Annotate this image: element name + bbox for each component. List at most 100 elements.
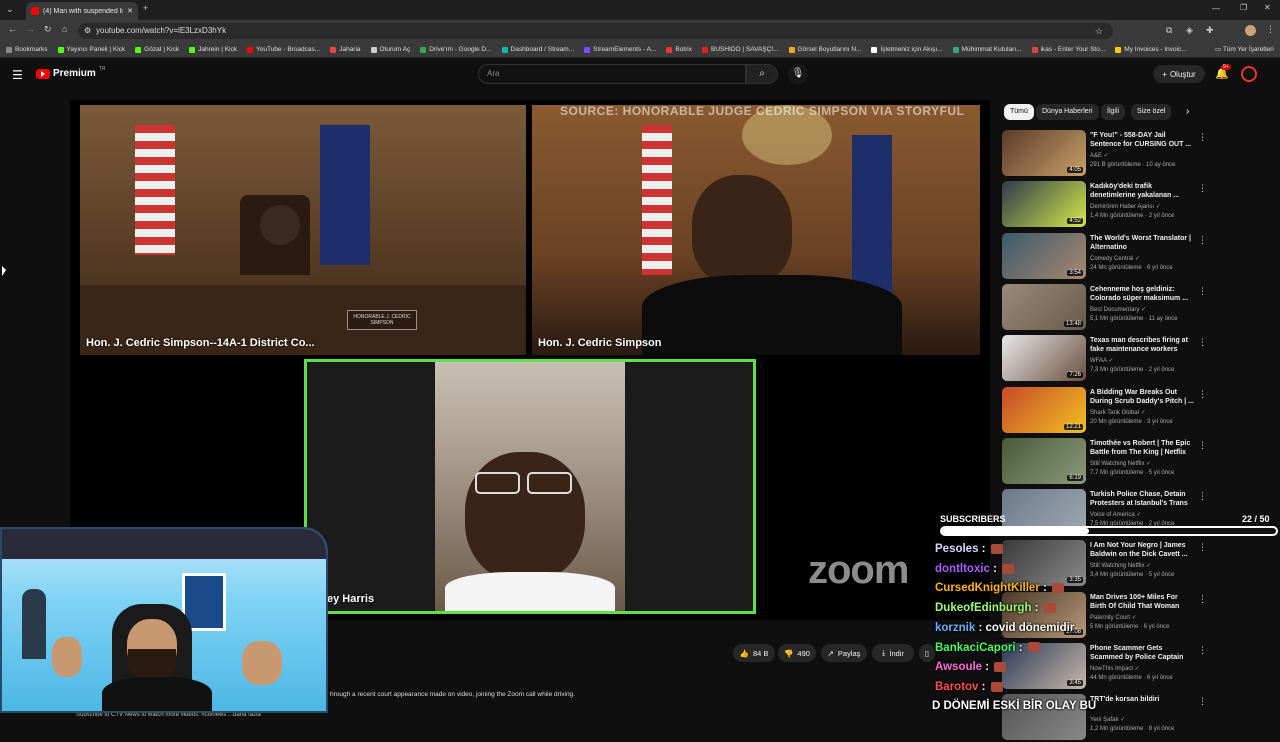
extension-icon[interactable]: ◈	[1186, 25, 1193, 36]
search-input[interactable]: Ara	[478, 64, 746, 84]
video-title[interactable]: Texas man describes firing at fake maint…	[1090, 336, 1194, 354]
channel-name[interactable]: A&E ✓	[1090, 152, 1109, 159]
chip-1[interactable]: Dünya Haberleri	[1036, 104, 1099, 120]
more-options-icon[interactable]: ⋮	[1198, 491, 1207, 502]
channel-name[interactable]: Still Watching Netflix ✓	[1090, 460, 1151, 467]
chip-2[interactable]: İlgili	[1101, 104, 1126, 120]
channel-name[interactable]: Still Watching Netflix ✓	[1090, 562, 1151, 569]
account-avatar[interactable]	[1241, 66, 1257, 82]
channel-name[interactable]: Comedy Central ✓	[1090, 255, 1140, 262]
recommended-video[interactable]: 12:21 A Bidding War Breaks Out During Scr…	[1002, 386, 1207, 435]
notifications-button[interactable]: 🔔 9+	[1215, 64, 1231, 80]
video-title[interactable]: I Am Not Your Negro | James Baldwin on t…	[1090, 541, 1194, 559]
more-options-icon[interactable]: ⋮	[1198, 235, 1207, 246]
video-thumbnail[interactable]: 7:26	[1002, 335, 1086, 382]
new-tab-icon[interactable]: +	[143, 3, 148, 13]
more-options-icon[interactable]: ⋮	[1198, 645, 1207, 656]
video-title[interactable]: Phone Scammer Gets Scammed by Police Cap…	[1090, 644, 1194, 662]
bookmark-item[interactable]: ikas - Enter Your Sto...	[1031, 46, 1105, 53]
video-title[interactable]: "F You!" - 558-DAY Jail Sentence for CUR…	[1090, 131, 1194, 149]
save-button[interactable]: ▯	[919, 644, 935, 662]
download-button[interactable]: ⤓ İndir	[872, 644, 914, 662]
recommended-video[interactable]: 7:26 Texas man describes firing at fake m…	[1002, 335, 1207, 383]
recommended-video[interactable]: 4:52 Kadıköy'deki trafik denetimlerine ya…	[1002, 181, 1207, 229]
recommended-video[interactable]: 13:48 Cehenneme hoş geldiniz: Colorado sü…	[1002, 283, 1207, 332]
bookmark-item[interactable]: Bookmarks	[6, 46, 48, 53]
video-title[interactable]: Kadıköy'deki trafik denetimlerine yakala…	[1090, 182, 1194, 200]
site-info-icon[interactable]: ⚙	[84, 23, 91, 39]
bookmark-item[interactable]: Dashboard / Stream...	[501, 46, 574, 53]
bookmark-star-icon[interactable]: ☆	[1095, 23, 1103, 39]
search-button[interactable]: ⌕	[746, 64, 778, 84]
close-window-icon[interactable]: ✕	[1264, 3, 1271, 12]
bookmark-item[interactable]: Yayıncı Paneli | Kick	[57, 46, 125, 53]
channel-name[interactable]: Voice of America ✓	[1090, 511, 1141, 518]
video-title[interactable]: Cehenneme hoş geldiniz: Colorado süper m…	[1090, 285, 1194, 303]
recommended-video[interactable]: 3:54 The World's Worst Translator | Alter…	[1002, 232, 1207, 281]
bookmark-item[interactable]: BUSHIDO | SAVAŞÇI...	[701, 46, 779, 53]
url-field[interactable]: ⚙ youtube.com/watch?v=lE3LzxD3hYk ☆	[78, 23, 1113, 39]
more-options-icon[interactable]: ⋮	[1198, 440, 1207, 451]
video-title[interactable]: Timothée vs Robert | The Epic Battle fro…	[1090, 439, 1194, 457]
channel-name[interactable]: Shark Tank Global ✓	[1090, 409, 1146, 416]
more-options-icon[interactable]: ⋮	[1198, 183, 1207, 194]
like-button[interactable]: 👍 84 B	[733, 644, 775, 662]
video-thumbnail[interactable]: 12:21	[1002, 386, 1086, 433]
minimize-icon[interactable]: —	[1212, 4, 1220, 13]
more-options-icon[interactable]: ⋮	[1198, 389, 1207, 400]
close-tab-icon[interactable]: ✕	[127, 7, 133, 15]
maximize-icon[interactable]: ❐	[1240, 3, 1247, 12]
channel-name[interactable]: WFAA ✓	[1090, 357, 1113, 364]
bookmark-item[interactable]: YouTube - Broadcas...	[247, 46, 320, 53]
bookmark-item[interactable]: Botrix	[666, 46, 692, 53]
profile-avatar[interactable]	[1245, 25, 1256, 36]
puzzle-icon[interactable]: ✚	[1206, 25, 1214, 36]
bookmark-item[interactable]: Görsel Boyutlarını N...	[788, 46, 861, 53]
bookmark-item[interactable]: My Invoices - Invoic...	[1115, 46, 1187, 53]
youtube-logo[interactable]: Premium TR	[36, 66, 105, 79]
bookmark-item[interactable]: Mühimmat Kutuları...	[952, 46, 1022, 53]
more-options-icon[interactable]: ⋮	[1198, 594, 1207, 605]
video-thumbnail[interactable]: 3:54	[1002, 232, 1086, 279]
video-title[interactable]: The World's Worst Translator | Alternati…	[1090, 234, 1194, 252]
video-thumbnail[interactable]: 4:05	[1002, 130, 1086, 176]
voice-search-button[interactable]: 🎙	[788, 64, 808, 84]
video-title[interactable]: Man Drives 100+ Miles For Birth Of Child…	[1090, 593, 1194, 611]
recommended-video[interactable]: 4:05 "F You!" - 558-DAY Jail Sentence for…	[1002, 130, 1207, 178]
channel-name[interactable]: Demirören Haber Ajansı ✓	[1090, 203, 1161, 210]
chip-0[interactable]: Tümü	[1004, 104, 1034, 120]
forward-icon[interactable]: →	[26, 24, 35, 34]
bookmark-item[interactable]: İşletmeniz için Akışı...	[871, 46, 943, 53]
more-options-icon[interactable]: ⋮	[1198, 132, 1207, 143]
dislike-button[interactable]: 👎 490	[778, 644, 816, 662]
bookmark-item[interactable]: Gözat | Kick	[135, 46, 179, 53]
hamburger-menu-icon[interactable]: ☰	[12, 68, 23, 82]
video-thumbnail[interactable]: 4:52	[1002, 181, 1086, 228]
channel-name[interactable]: NowThis Impact ✓	[1090, 665, 1140, 672]
more-options-icon[interactable]: ⋮	[1198, 286, 1207, 297]
video-title[interactable]: Turkish Police Chase, Detain Protesters …	[1090, 490, 1194, 508]
share-button[interactable]: ↗ Paylaş	[821, 644, 867, 662]
extensions-icon[interactable]: ⧉	[1166, 25, 1172, 36]
more-options-icon[interactable]: ⋮	[1198, 542, 1207, 553]
video-title[interactable]: TRT'de korsan bildiri	[1090, 695, 1194, 704]
bookmark-item[interactable]: Jahrein | Kick	[189, 46, 237, 53]
more-options-icon[interactable]: ⋮	[1198, 696, 1207, 707]
video-title[interactable]: A Bidding War Breaks Out During Scrub Da…	[1090, 388, 1194, 406]
video-thumbnail[interactable]: 3:35	[1002, 540, 1086, 587]
back-icon[interactable]: ←	[8, 24, 17, 34]
all-bookmarks[interactable]: ▭ Tüm Yer İşaretleri	[1215, 45, 1274, 53]
home-icon[interactable]: ⌂	[62, 24, 67, 34]
chips-next-icon[interactable]: ›	[1186, 106, 1189, 117]
chip-3[interactable]: Size özel	[1131, 104, 1172, 120]
channel-name[interactable]: Paternity Court ✓	[1090, 614, 1137, 621]
browser-tab[interactable]: (4) Man with suspended licence... ✕	[26, 2, 138, 20]
bookmark-item[interactable]: Drive'ım - Google D...	[420, 46, 492, 53]
recommended-video[interactable]: 6:19 Timothée vs Robert | The Epic Battle…	[1002, 437, 1207, 486]
create-button[interactable]: + Oluştur	[1153, 65, 1205, 83]
more-options-icon[interactable]: ⋮	[1198, 337, 1207, 348]
bookmark-item[interactable]: Jaharia	[330, 46, 361, 53]
channel-name[interactable]: Best Documentary ✓	[1090, 306, 1146, 313]
bookmark-item[interactable]: Oturum Aç	[370, 46, 410, 53]
bookmark-item[interactable]: StreamElements - A...	[584, 46, 656, 53]
